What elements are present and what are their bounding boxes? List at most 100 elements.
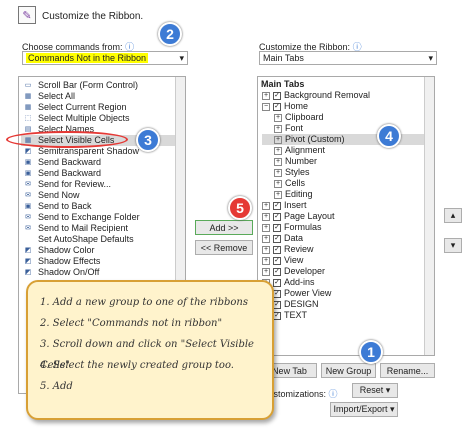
ribbon-tree[interactable]: Main Tabs + ✓ Background Removal − ✓ Home + Cli… — [257, 76, 435, 356]
tree-item[interactable]: + Editing — [262, 189, 434, 200]
expand-toggle-icon[interactable]: − — [262, 102, 270, 111]
expand-toggle-icon[interactable]: + — [274, 157, 282, 166]
tree-item[interactable]: + ✓ View — [262, 255, 434, 266]
command-icon: ▣ — [24, 203, 32, 210]
command-label: Send to Exchange Folder — [38, 212, 140, 222]
tree-item[interactable]: +✓DESIGN — [262, 299, 434, 310]
expand-toggle-icon[interactable]: + — [274, 190, 282, 199]
tree-item[interactable]: + Styles — [262, 167, 434, 178]
checkbox[interactable]: ✓ — [273, 245, 281, 254]
command-label: Shadow On/Off — [38, 267, 100, 277]
expand-toggle-icon[interactable]: + — [274, 146, 282, 155]
import-export-button[interactable]: Import/Export ▾ — [330, 402, 398, 417]
command-icon — [21, 235, 35, 244]
command-item[interactable]: ✉ Send Now — [21, 190, 185, 201]
command-item[interactable]: ◩ Shadow Effects — [21, 256, 185, 267]
checkbox[interactable]: ✓ — [273, 278, 281, 287]
reset-button[interactable]: Reset ▾ — [352, 383, 398, 398]
expand-toggle-icon[interactable]: + — [262, 212, 270, 221]
command-item[interactable]: ▭ Scroll Bar (Form Control) — [21, 80, 185, 91]
tree-item[interactable]: + Clipboard — [262, 112, 434, 123]
tree-item[interactable]: +✓Power View — [262, 288, 434, 299]
checkbox[interactable]: ✓ — [273, 201, 281, 210]
tree-item[interactable]: + ✓ Formulas — [262, 222, 434, 233]
command-item[interactable]: ▦ Select All — [21, 91, 185, 102]
command-label: Select All — [38, 91, 76, 101]
command-item[interactable]: ▣ Send to Back — [21, 201, 185, 212]
command-item[interactable]: ✉ Send to Exchange Folder — [21, 212, 185, 223]
chevron-down-icon: ▾ — [428, 52, 433, 63]
command-item[interactable]: ⬚ Select Multiple Objects — [21, 113, 185, 124]
expand-toggle-icon[interactable]: + — [262, 234, 270, 243]
customize-ribbon-dropdown[interactable]: Main Tabs ▾ — [259, 51, 437, 65]
move-up-button[interactable]: ▴ — [444, 208, 462, 223]
command-icon: ▦ — [24, 93, 32, 100]
command-icon: ◩ — [24, 247, 32, 254]
expand-toggle-icon[interactable]: + — [274, 124, 282, 133]
expand-toggle-icon[interactable]: + — [262, 91, 270, 100]
command-item[interactable]: ◩ Shadow On/Off — [21, 267, 185, 278]
expand-toggle-icon[interactable]: + — [262, 245, 270, 254]
tree-item[interactable]: + Pivot (Custom) — [262, 134, 434, 145]
choose-commands-dropdown[interactable]: Commands Not in the Ribbon ▾ — [22, 51, 188, 65]
command-item[interactable]: Set AutoShape Defaults — [21, 234, 185, 245]
expand-toggle-icon[interactable]: + — [262, 223, 270, 232]
tree-item[interactable]: +✓TEXT — [262, 310, 434, 321]
note-line: 5. Add — [40, 381, 73, 392]
tree-header: Main Tabs — [261, 79, 305, 89]
tree-item[interactable]: + ✓ Developer — [262, 266, 434, 277]
move-down-button[interactable]: ▾ — [444, 238, 462, 253]
tree-item[interactable]: + Cells — [262, 178, 434, 189]
tree-label: Formulas — [284, 222, 322, 232]
checkbox[interactable]: ✓ — [273, 267, 281, 276]
command-icon: ◩ — [24, 269, 32, 276]
expand-toggle-icon[interactable]: + — [274, 135, 282, 144]
command-item[interactable]: ✉ Send for Review... — [21, 179, 185, 190]
tree-item[interactable]: + ✓ Insert — [262, 200, 434, 211]
tree-item[interactable]: + ✓ Background Removal — [262, 90, 434, 101]
add-button[interactable]: Add >> — [195, 220, 253, 235]
expand-toggle-icon[interactable]: + — [262, 201, 270, 210]
highlight-ellipse — [6, 131, 128, 148]
rename-button[interactable]: Rename... — [380, 363, 435, 378]
command-item[interactable]: ◩ Shadow Color — [21, 245, 185, 256]
command-icon: ▣ — [24, 170, 32, 177]
expand-toggle-icon[interactable]: + — [274, 168, 282, 177]
command-item[interactable]: ◩ Semitransparent Shadow — [21, 146, 185, 157]
command-item[interactable]: ▣ Send Backward — [21, 168, 185, 179]
command-item[interactable]: ▣ Send Backward — [21, 157, 185, 168]
right-scrollbar[interactable] — [424, 77, 434, 355]
checkbox[interactable]: ✓ — [273, 91, 281, 100]
checkbox[interactable]: ✓ — [273, 223, 281, 232]
expand-toggle-icon[interactable]: + — [262, 256, 270, 265]
checkbox[interactable]: ✓ — [273, 234, 281, 243]
tree-label: Font — [285, 123, 304, 133]
expand-toggle-icon[interactable]: + — [274, 113, 282, 122]
remove-button[interactable]: << Remove — [195, 240, 253, 255]
tree-item[interactable]: + Number — [262, 156, 434, 167]
tree-label: TEXT — [284, 310, 308, 320]
checkbox[interactable]: ✓ — [273, 300, 281, 309]
checkbox[interactable]: ✓ — [273, 311, 281, 320]
tree-item[interactable]: + Alignment — [262, 145, 434, 156]
tree-item[interactable]: +✓Add-ins — [262, 277, 434, 288]
tree-label: View — [284, 255, 304, 265]
tree-label: Developer — [284, 266, 326, 276]
checkbox[interactable]: ✓ — [273, 102, 281, 111]
tree-item[interactable]: − ✓ Home — [262, 101, 434, 112]
tree-item[interactable]: + Font — [262, 123, 434, 134]
command-icon: ✉ — [25, 214, 31, 221]
new-group-button[interactable]: New Group — [321, 363, 376, 378]
expand-toggle-icon[interactable]: + — [262, 267, 270, 276]
checkbox[interactable]: ✓ — [273, 212, 281, 221]
checkbox[interactable]: ✓ — [273, 256, 281, 265]
expand-toggle-icon[interactable]: + — [274, 179, 282, 188]
command-icon: ✉ — [25, 181, 31, 188]
tree-item[interactable]: + ✓ Review — [262, 244, 434, 255]
checkbox[interactable]: ✓ — [273, 289, 281, 298]
command-item[interactable]: ▦ Select Current Region — [21, 102, 185, 113]
tree-item[interactable]: + ✓ Data — [262, 233, 434, 244]
command-item[interactable]: ✉ Send to Mail Recipient — [21, 223, 185, 234]
tree-item[interactable]: + ✓ Page Layout — [262, 211, 434, 222]
command-label: Send for Review... — [38, 179, 112, 189]
